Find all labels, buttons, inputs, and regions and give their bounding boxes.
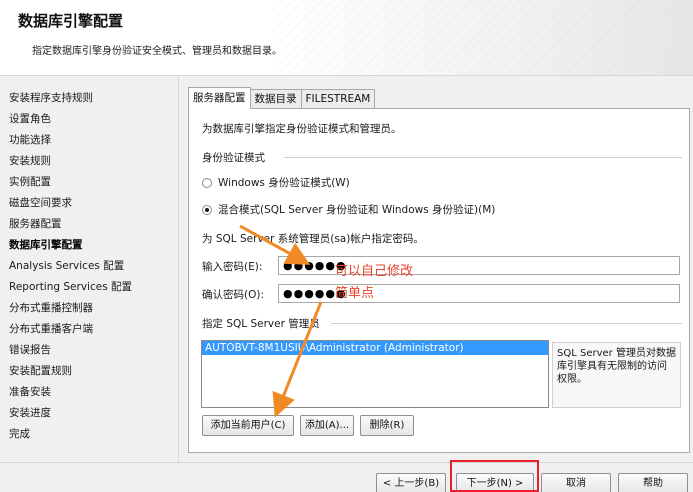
arrow-to-add-user-icon bbox=[272, 301, 323, 418]
tab-server-configuration[interactable]: 服务器配置 bbox=[188, 87, 251, 109]
arrow-to-password-icon bbox=[239, 224, 311, 265]
annotation-arrows bbox=[239, 224, 323, 418]
